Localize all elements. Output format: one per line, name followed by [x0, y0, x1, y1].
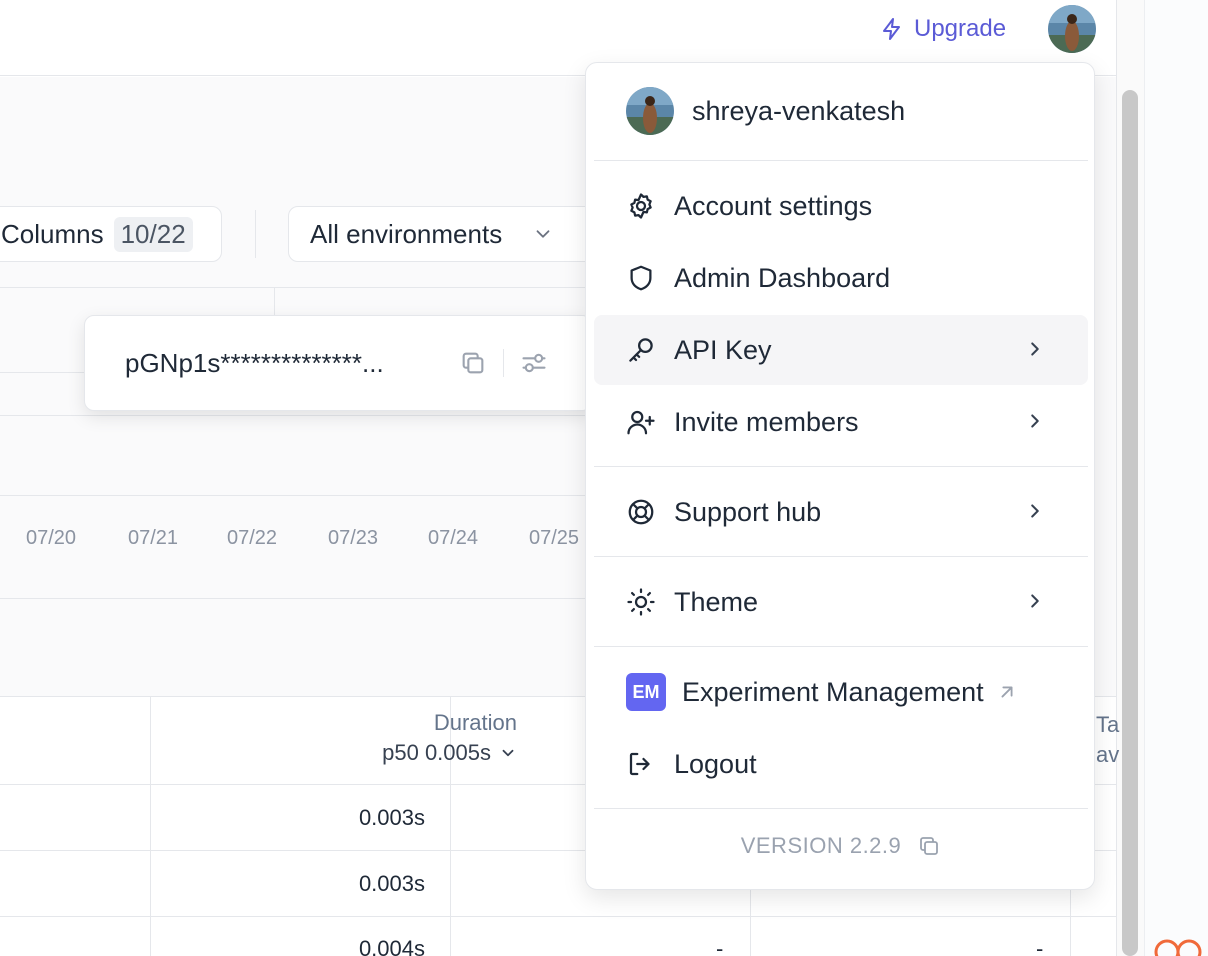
duration-summary: p50 0.005s [382, 740, 491, 765]
menu-item-support-hub[interactable]: Support hub [594, 477, 1088, 547]
table-row-border [0, 916, 1116, 917]
duration-cell: 0.003s [358, 871, 425, 896]
lightning-icon [883, 18, 900, 40]
menu-divider [594, 808, 1088, 809]
chevron-right-icon [1031, 342, 1039, 356]
username: shreya-venkatesh [692, 95, 906, 126]
menu-item-label: API Key [674, 334, 772, 365]
menu-item-label: Logout [674, 748, 757, 779]
columns-button[interactable]: Columns 10/22 [0, 206, 222, 262]
divider [0, 287, 590, 288]
user-avatar-button[interactable] [1048, 5, 1096, 53]
chevron-right-icon [1031, 414, 1039, 428]
shield-icon [630, 265, 652, 291]
copy-icon[interactable] [459, 349, 487, 377]
right-side-panel [1144, 0, 1208, 956]
divider [503, 349, 504, 377]
upgrade-label: Upgrade [914, 15, 1007, 42]
divider [0, 415, 590, 416]
menu-divider [594, 466, 1088, 467]
menu-item-label: Invite members [674, 406, 859, 437]
external-link-icon [1001, 686, 1013, 698]
avatar [626, 87, 674, 135]
column-divider [150, 696, 151, 956]
menu-item-account-settings[interactable]: Account settings [594, 171, 1088, 241]
duration-header-label: Duration [433, 710, 517, 735]
chevron-right-icon [1031, 594, 1039, 608]
environment-select[interactable]: All environments [288, 206, 598, 262]
menu-item-label: Support hub [674, 496, 822, 527]
toolbar-divider [255, 210, 256, 258]
logout-icon [629, 752, 650, 776]
chevron-right-icon [1031, 504, 1039, 518]
menu-user-header: shreya-venkatesh [626, 87, 905, 135]
menu-divider [594, 646, 1088, 647]
partial-column-header: Ta av [1096, 710, 1119, 770]
divider [274, 287, 275, 315]
chevron-down-icon [502, 749, 514, 757]
partial-header-line: Ta [1096, 712, 1120, 737]
duration-cell: 0.004s [358, 936, 425, 956]
key-icon [629, 338, 653, 362]
environment-value: All environments [310, 218, 503, 249]
scrollbar-thumb[interactable] [1122, 90, 1138, 956]
gear-icon [630, 193, 652, 219]
menu-item-label: Admin Dashboard [674, 262, 891, 293]
menu-item-experiment-management[interactable]: EM Experiment Management [594, 657, 1088, 727]
table-cell: - [716, 936, 724, 956]
duration-cell: 0.003s [358, 805, 425, 830]
divider [0, 372, 84, 373]
version-label: VERSION 2.2.9 [740, 833, 902, 858]
api-key-popover: pGNp1s**************... [84, 315, 592, 411]
date-tick: 07/21 [128, 527, 179, 549]
avatar-image [1048, 5, 1096, 53]
menu-divider [594, 556, 1088, 557]
divider [0, 495, 590, 496]
date-tick: 07/22 [227, 527, 278, 549]
menu-item-label: Theme [674, 586, 759, 617]
api-key-value: pGNp1s**************... [125, 347, 384, 378]
menu-divider [594, 160, 1088, 161]
copy-icon[interactable] [917, 834, 941, 858]
duration-column-header[interactable]: Duration p50 0.005s [382, 710, 517, 766]
em-badge: EM [626, 673, 666, 711]
sun-icon [627, 588, 655, 616]
date-tick: 07/24 [428, 527, 479, 549]
lifebuoy-icon [628, 499, 654, 525]
divider [0, 598, 590, 599]
menu-item-invite-members[interactable]: Invite members [594, 387, 1088, 457]
help-widget-icon[interactable] [1152, 930, 1204, 956]
upgrade-button[interactable]: Upgrade [880, 12, 1006, 46]
date-tick: 07/20 [26, 527, 77, 549]
menu-item-label: Experiment Management [682, 676, 984, 707]
partial-header-line: av [1096, 742, 1120, 767]
table-cell: - [1036, 936, 1044, 956]
date-tick: 07/23 [328, 527, 379, 549]
menu-item-api-key[interactable]: API Key [594, 315, 1088, 385]
user-plus-icon [627, 410, 655, 435]
menu-item-logout[interactable]: Logout [594, 729, 1088, 799]
version-row: VERSION 2.2.9 [586, 833, 1096, 859]
user-menu: shreya-venkatesh Account settings Admin … [585, 62, 1095, 890]
columns-label: Columns [1, 218, 104, 249]
columns-count-badge: 10/22 [113, 216, 193, 252]
menu-item-admin-dashboard[interactable]: Admin Dashboard [594, 243, 1088, 313]
chevron-down-icon [536, 230, 550, 238]
sliders-icon[interactable] [520, 349, 548, 377]
menu-item-theme[interactable]: Theme [594, 567, 1088, 637]
date-tick: 07/25 [529, 527, 580, 549]
menu-item-label: Account settings [674, 190, 873, 221]
